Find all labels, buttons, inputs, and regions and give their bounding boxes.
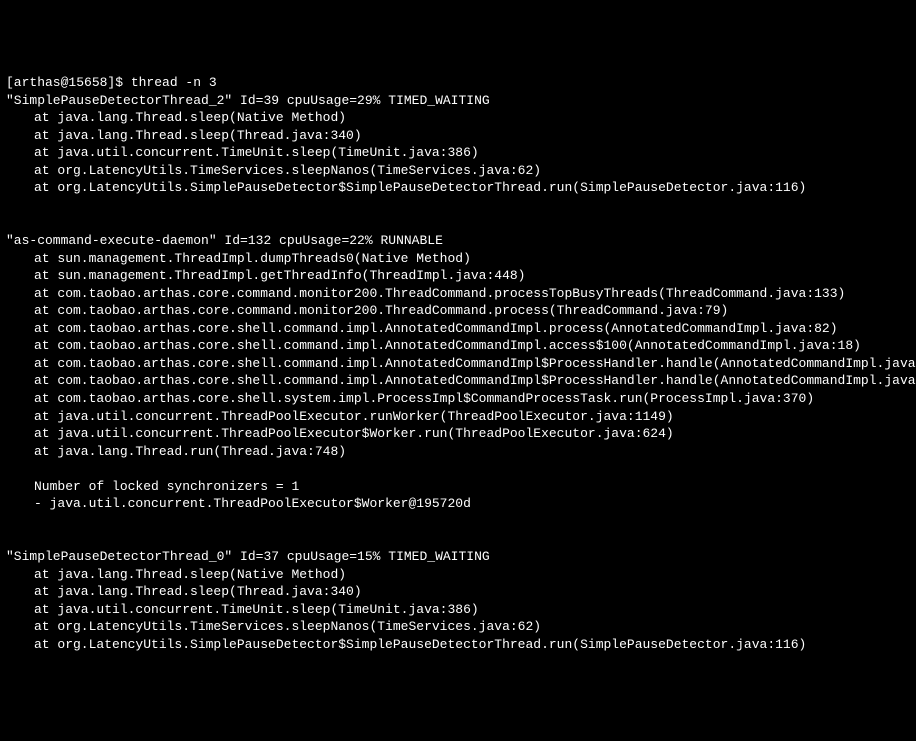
stack-frame: at sun.management.ThreadImpl.dumpThreads… <box>6 250 910 268</box>
stack-frame: at org.LatencyUtils.TimeServices.sleepNa… <box>6 162 910 180</box>
stack-frame: at org.LatencyUtils.TimeServices.sleepNa… <box>6 618 910 636</box>
blank-line <box>6 460 910 478</box>
stack-frame: at java.util.concurrent.TimeUnit.sleep(T… <box>6 601 910 619</box>
stack-frame: at java.lang.Thread.sleep(Thread.java:34… <box>6 127 910 145</box>
stack-frame: at java.util.concurrent.TimeUnit.sleep(T… <box>6 144 910 162</box>
stack-frame: at java.util.concurrent.ThreadPoolExecut… <box>6 408 910 426</box>
stack-frame: at com.taobao.arthas.core.shell.command.… <box>6 337 910 355</box>
stack-frame: at java.lang.Thread.sleep(Thread.java:34… <box>6 583 910 601</box>
synchronizer-line: Number of locked synchronizers = 1 <box>6 478 910 496</box>
stack-frame: at com.taobao.arthas.core.shell.command.… <box>6 320 910 338</box>
stack-frame: at sun.management.ThreadImpl.getThreadIn… <box>6 267 910 285</box>
blank-line <box>6 197 910 215</box>
stack-frame: at com.taobao.arthas.core.shell.command.… <box>6 372 910 390</box>
thread-header: "as-command-execute-daemon" Id=132 cpuUs… <box>6 232 910 250</box>
stack-frame: at java.util.concurrent.ThreadPoolExecut… <box>6 425 910 443</box>
thread-header: "SimplePauseDetectorThread_2" Id=39 cpuU… <box>6 92 910 110</box>
blank-line <box>6 513 910 531</box>
stack-frame: at com.taobao.arthas.core.shell.system.i… <box>6 390 910 408</box>
terminal-output: [arthas@15658]$ thread -n 3"SimplePauseD… <box>6 74 910 653</box>
thread-header: "SimplePauseDetectorThread_0" Id=37 cpuU… <box>6 548 910 566</box>
synchronizer-line: - java.util.concurrent.ThreadPoolExecuto… <box>6 495 910 513</box>
stack-frame: at org.LatencyUtils.SimplePauseDetector$… <box>6 179 910 197</box>
blank-line <box>6 215 910 233</box>
blank-line <box>6 530 910 548</box>
stack-frame: at com.taobao.arthas.core.shell.command.… <box>6 355 910 373</box>
prompt-line[interactable]: [arthas@15658]$ thread -n 3 <box>6 74 910 92</box>
stack-frame: at java.lang.Thread.run(Thread.java:748) <box>6 443 910 461</box>
stack-frame: at com.taobao.arthas.core.command.monito… <box>6 302 910 320</box>
stack-frame: at org.LatencyUtils.SimplePauseDetector$… <box>6 636 910 654</box>
stack-frame: at com.taobao.arthas.core.command.monito… <box>6 285 910 303</box>
stack-frame: at java.lang.Thread.sleep(Native Method) <box>6 566 910 584</box>
stack-frame: at java.lang.Thread.sleep(Native Method) <box>6 109 910 127</box>
